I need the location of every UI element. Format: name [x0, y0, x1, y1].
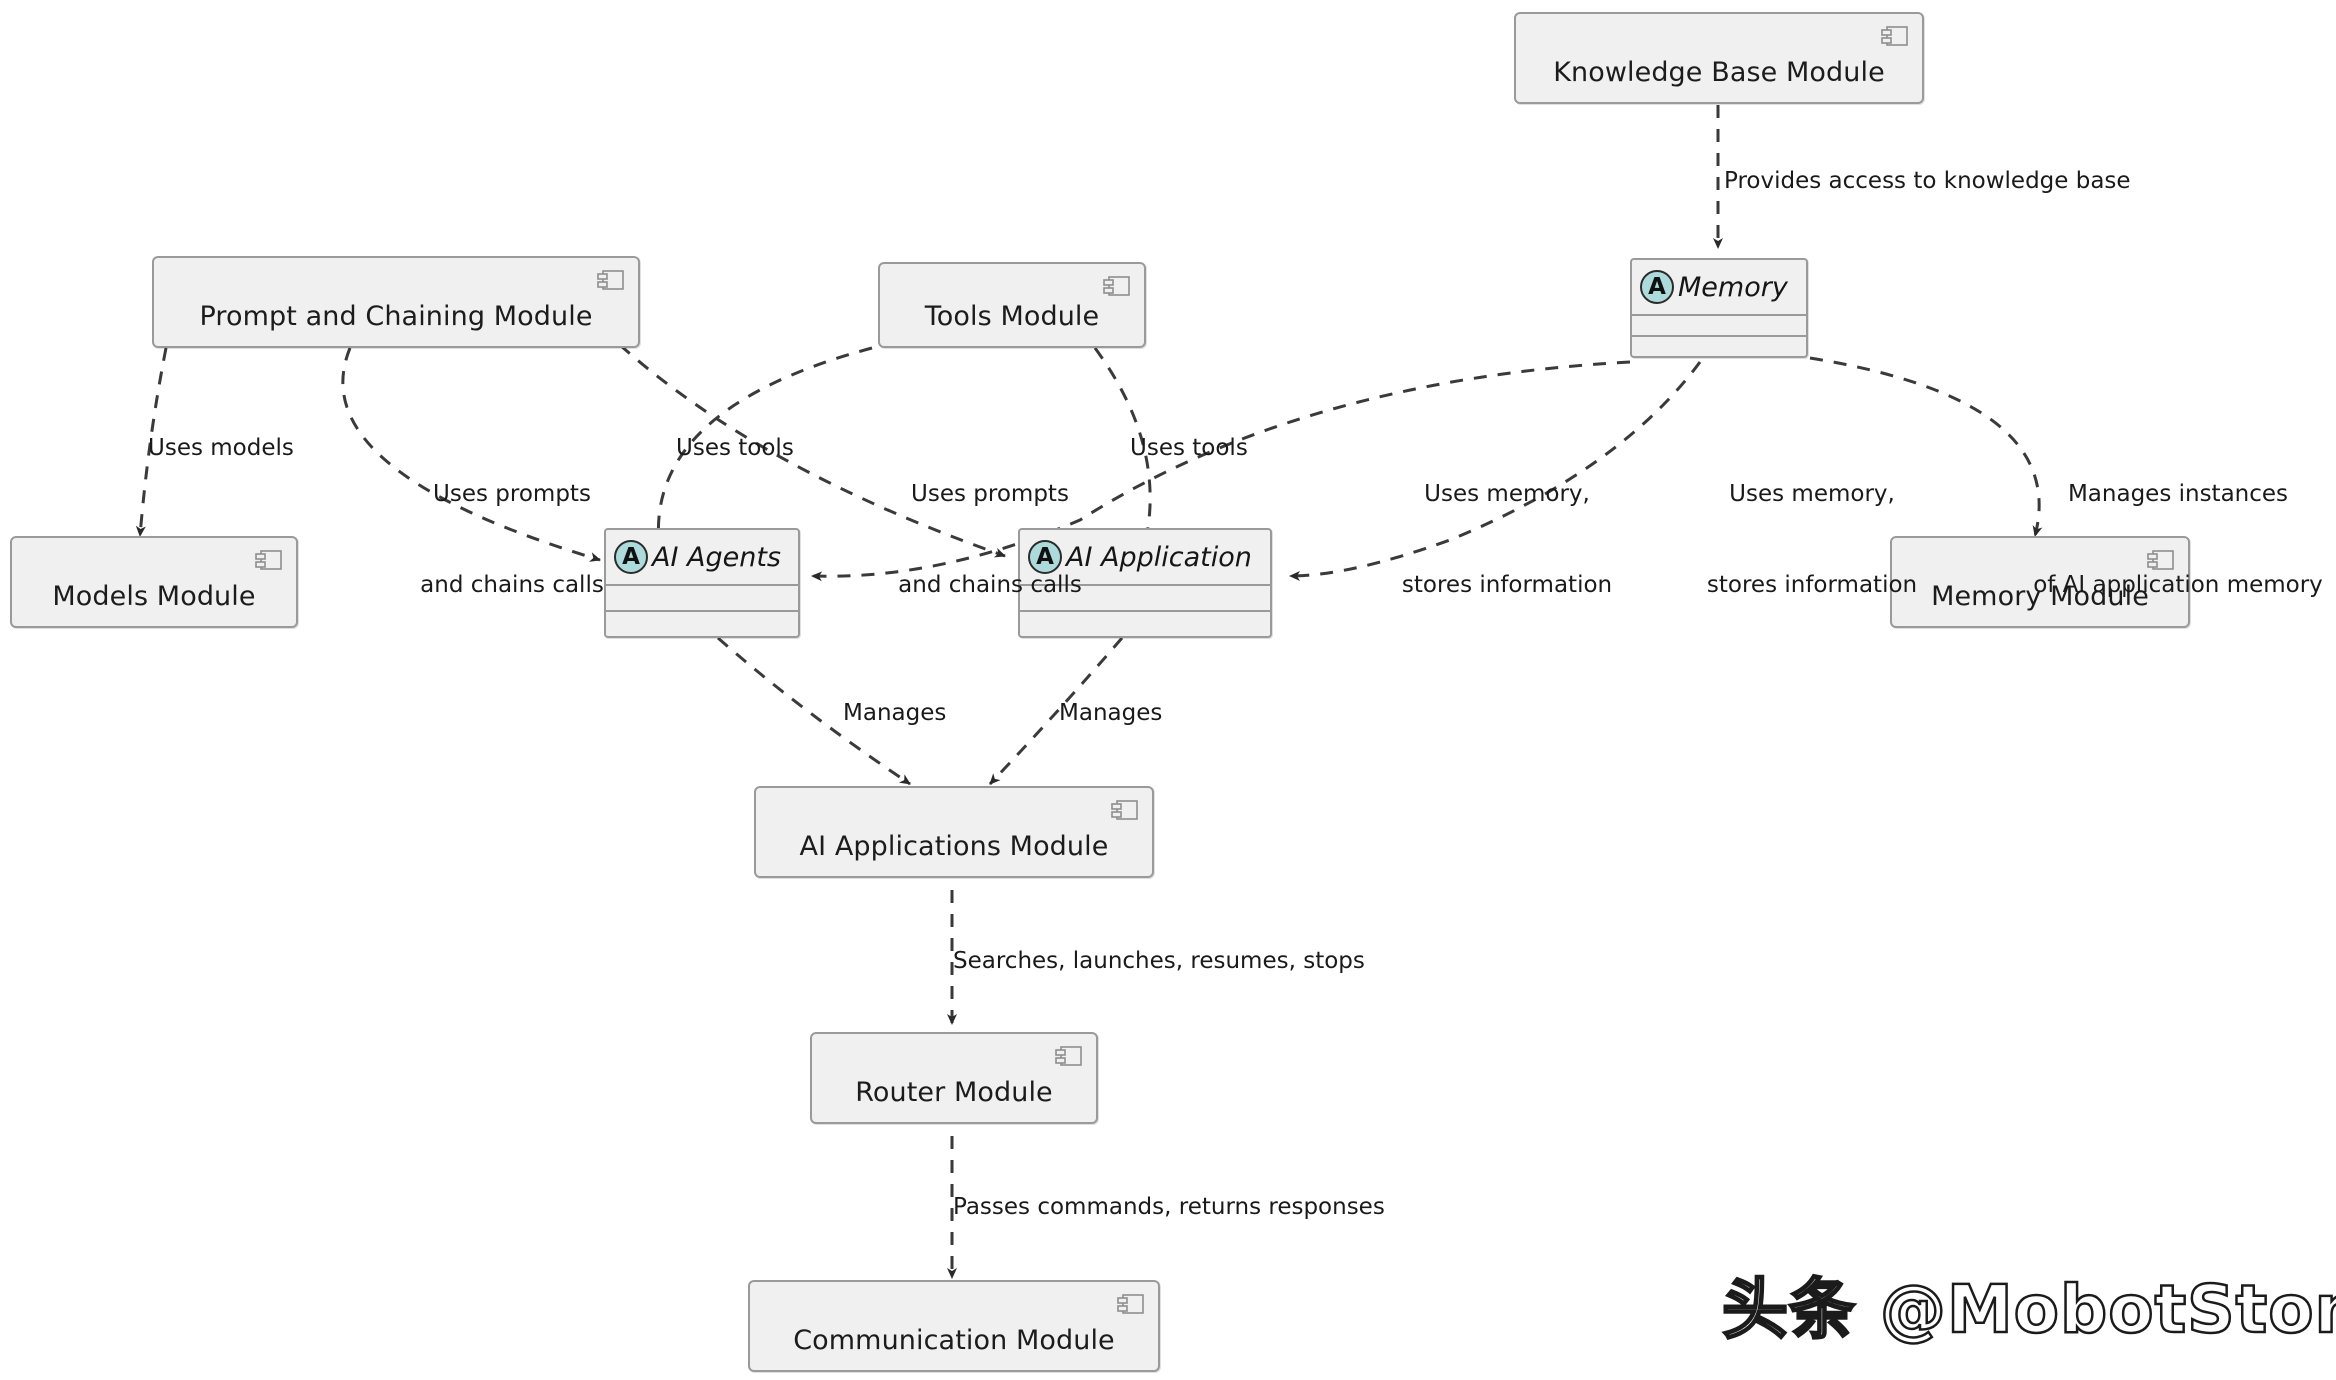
operations-compartment	[606, 610, 798, 636]
edge-label-line-1: Uses memory,	[1424, 480, 1590, 507]
edge-prompt-to-models	[135, 347, 168, 537]
edge-label-agents-to-aiapps: Manages	[843, 700, 947, 726]
attributes-compartment	[606, 584, 798, 610]
uml-component-icon	[255, 550, 282, 570]
memory-header: A Memory	[1632, 260, 1806, 314]
node-label: Memory Module	[1931, 581, 2149, 612]
ai-application-header: A AI Application	[1020, 530, 1270, 584]
edge-tools-to-agents	[653, 346, 873, 553]
edge-label-aiapps-to-router: Searches, launches, resumes, stops	[953, 948, 1365, 974]
edge-agents-to-aiapps	[717, 636, 911, 786]
abstract-badge-icon: A	[614, 540, 648, 574]
ai-agents-header: A AI Agents	[606, 530, 798, 584]
node-knowledge-base-module[interactable]: Knowledge Base Module	[1514, 12, 1924, 104]
edge-label-line-1: Uses prompts	[433, 480, 591, 507]
diagram-canvas: Knowledge Base Module Prompt and Chainin…	[0, 0, 2336, 1380]
node-label: Prompt and Chaining Module	[199, 301, 593, 332]
uml-component-icon	[1055, 1046, 1082, 1066]
edge-label-line-1: Uses prompts	[911, 480, 1069, 507]
edge-label-tools-to-app: Uses tools	[1130, 435, 1248, 461]
attributes-compartment	[1632, 314, 1806, 335]
uml-component-icon	[2147, 550, 2174, 570]
node-label: Knowledge Base Module	[1553, 57, 1885, 88]
node-ai-applications-module[interactable]: AI Applications Module	[754, 786, 1154, 878]
node-prompt-and-chaining-module[interactable]: Prompt and Chaining Module	[152, 256, 640, 348]
edge-prompt-to-agents	[341, 347, 601, 562]
abstract-badge-icon: A	[1028, 540, 1062, 574]
node-label: Memory	[1678, 271, 1788, 303]
node-models-module[interactable]: Models Module	[10, 536, 298, 628]
uml-component-icon	[1881, 26, 1908, 46]
node-label: Models Module	[52, 581, 256, 612]
edge-prompt-to-app	[619, 343, 1006, 558]
edge-label-tools-to-agents: Uses tools	[676, 435, 794, 461]
edge-memory-to-app	[1289, 361, 1702, 581]
edge-label-prompt-to-agents: Uses prompts and chains calls	[392, 418, 632, 661]
watermark: 头条 @MobotStone	[1721, 1270, 2336, 1350]
edge-label-router-to-comm: Passes commands, returns responses	[953, 1194, 1385, 1220]
node-ai-agents-abstract[interactable]: A AI Agents	[604, 528, 800, 638]
abstract-badge-icon: A	[1640, 270, 1674, 304]
node-memory-module[interactable]: Memory Module	[1890, 536, 2190, 628]
operations-compartment	[1020, 610, 1270, 636]
edge-tools-to-app	[1093, 347, 1152, 553]
uml-component-icon	[597, 270, 624, 290]
uml-component-icon	[1117, 1294, 1144, 1314]
node-label: AI Applications Module	[799, 831, 1109, 862]
edge-label-app-to-aiapps: Manages	[1059, 700, 1163, 726]
node-label: Tools Module	[924, 301, 1100, 332]
attributes-compartment	[1020, 584, 1270, 610]
uml-component-icon	[1111, 800, 1138, 820]
edge-label-line-2: stores information	[1401, 571, 1613, 598]
edge-memory-to-memmodule	[1809, 356, 2043, 537]
node-tools-module[interactable]: Tools Module	[878, 262, 1146, 348]
node-label: AI Application	[1066, 541, 1252, 573]
operations-compartment	[1632, 335, 1806, 356]
edge-label-memory-to-agents: Uses memory, stores information	[1382, 418, 1632, 661]
uml-component-icon	[1103, 276, 1130, 296]
node-communication-module[interactable]: Communication Module	[748, 1280, 1160, 1372]
node-router-module[interactable]: Router Module	[810, 1032, 1098, 1124]
node-memory-abstract[interactable]: A Memory	[1630, 258, 1808, 358]
edge-label-line-1: Uses memory,	[1729, 480, 1895, 507]
edge-layer	[135, 105, 2043, 1279]
node-label: AI Agents	[652, 541, 782, 573]
edge-label-kb-to-memory: Provides access to knowledge base	[1724, 168, 2131, 194]
edge-label-prompt-to-models: Uses models	[148, 435, 294, 461]
node-label: Communication Module	[793, 1325, 1115, 1356]
edge-app-to-aiapps	[988, 637, 1124, 786]
node-label: Router Module	[855, 1077, 1053, 1108]
node-ai-application-abstract[interactable]: A AI Application	[1018, 528, 1272, 638]
edge-label-line-2: and chains calls	[420, 571, 604, 598]
edge-label-line-1: Manages instances	[2067, 480, 2289, 507]
